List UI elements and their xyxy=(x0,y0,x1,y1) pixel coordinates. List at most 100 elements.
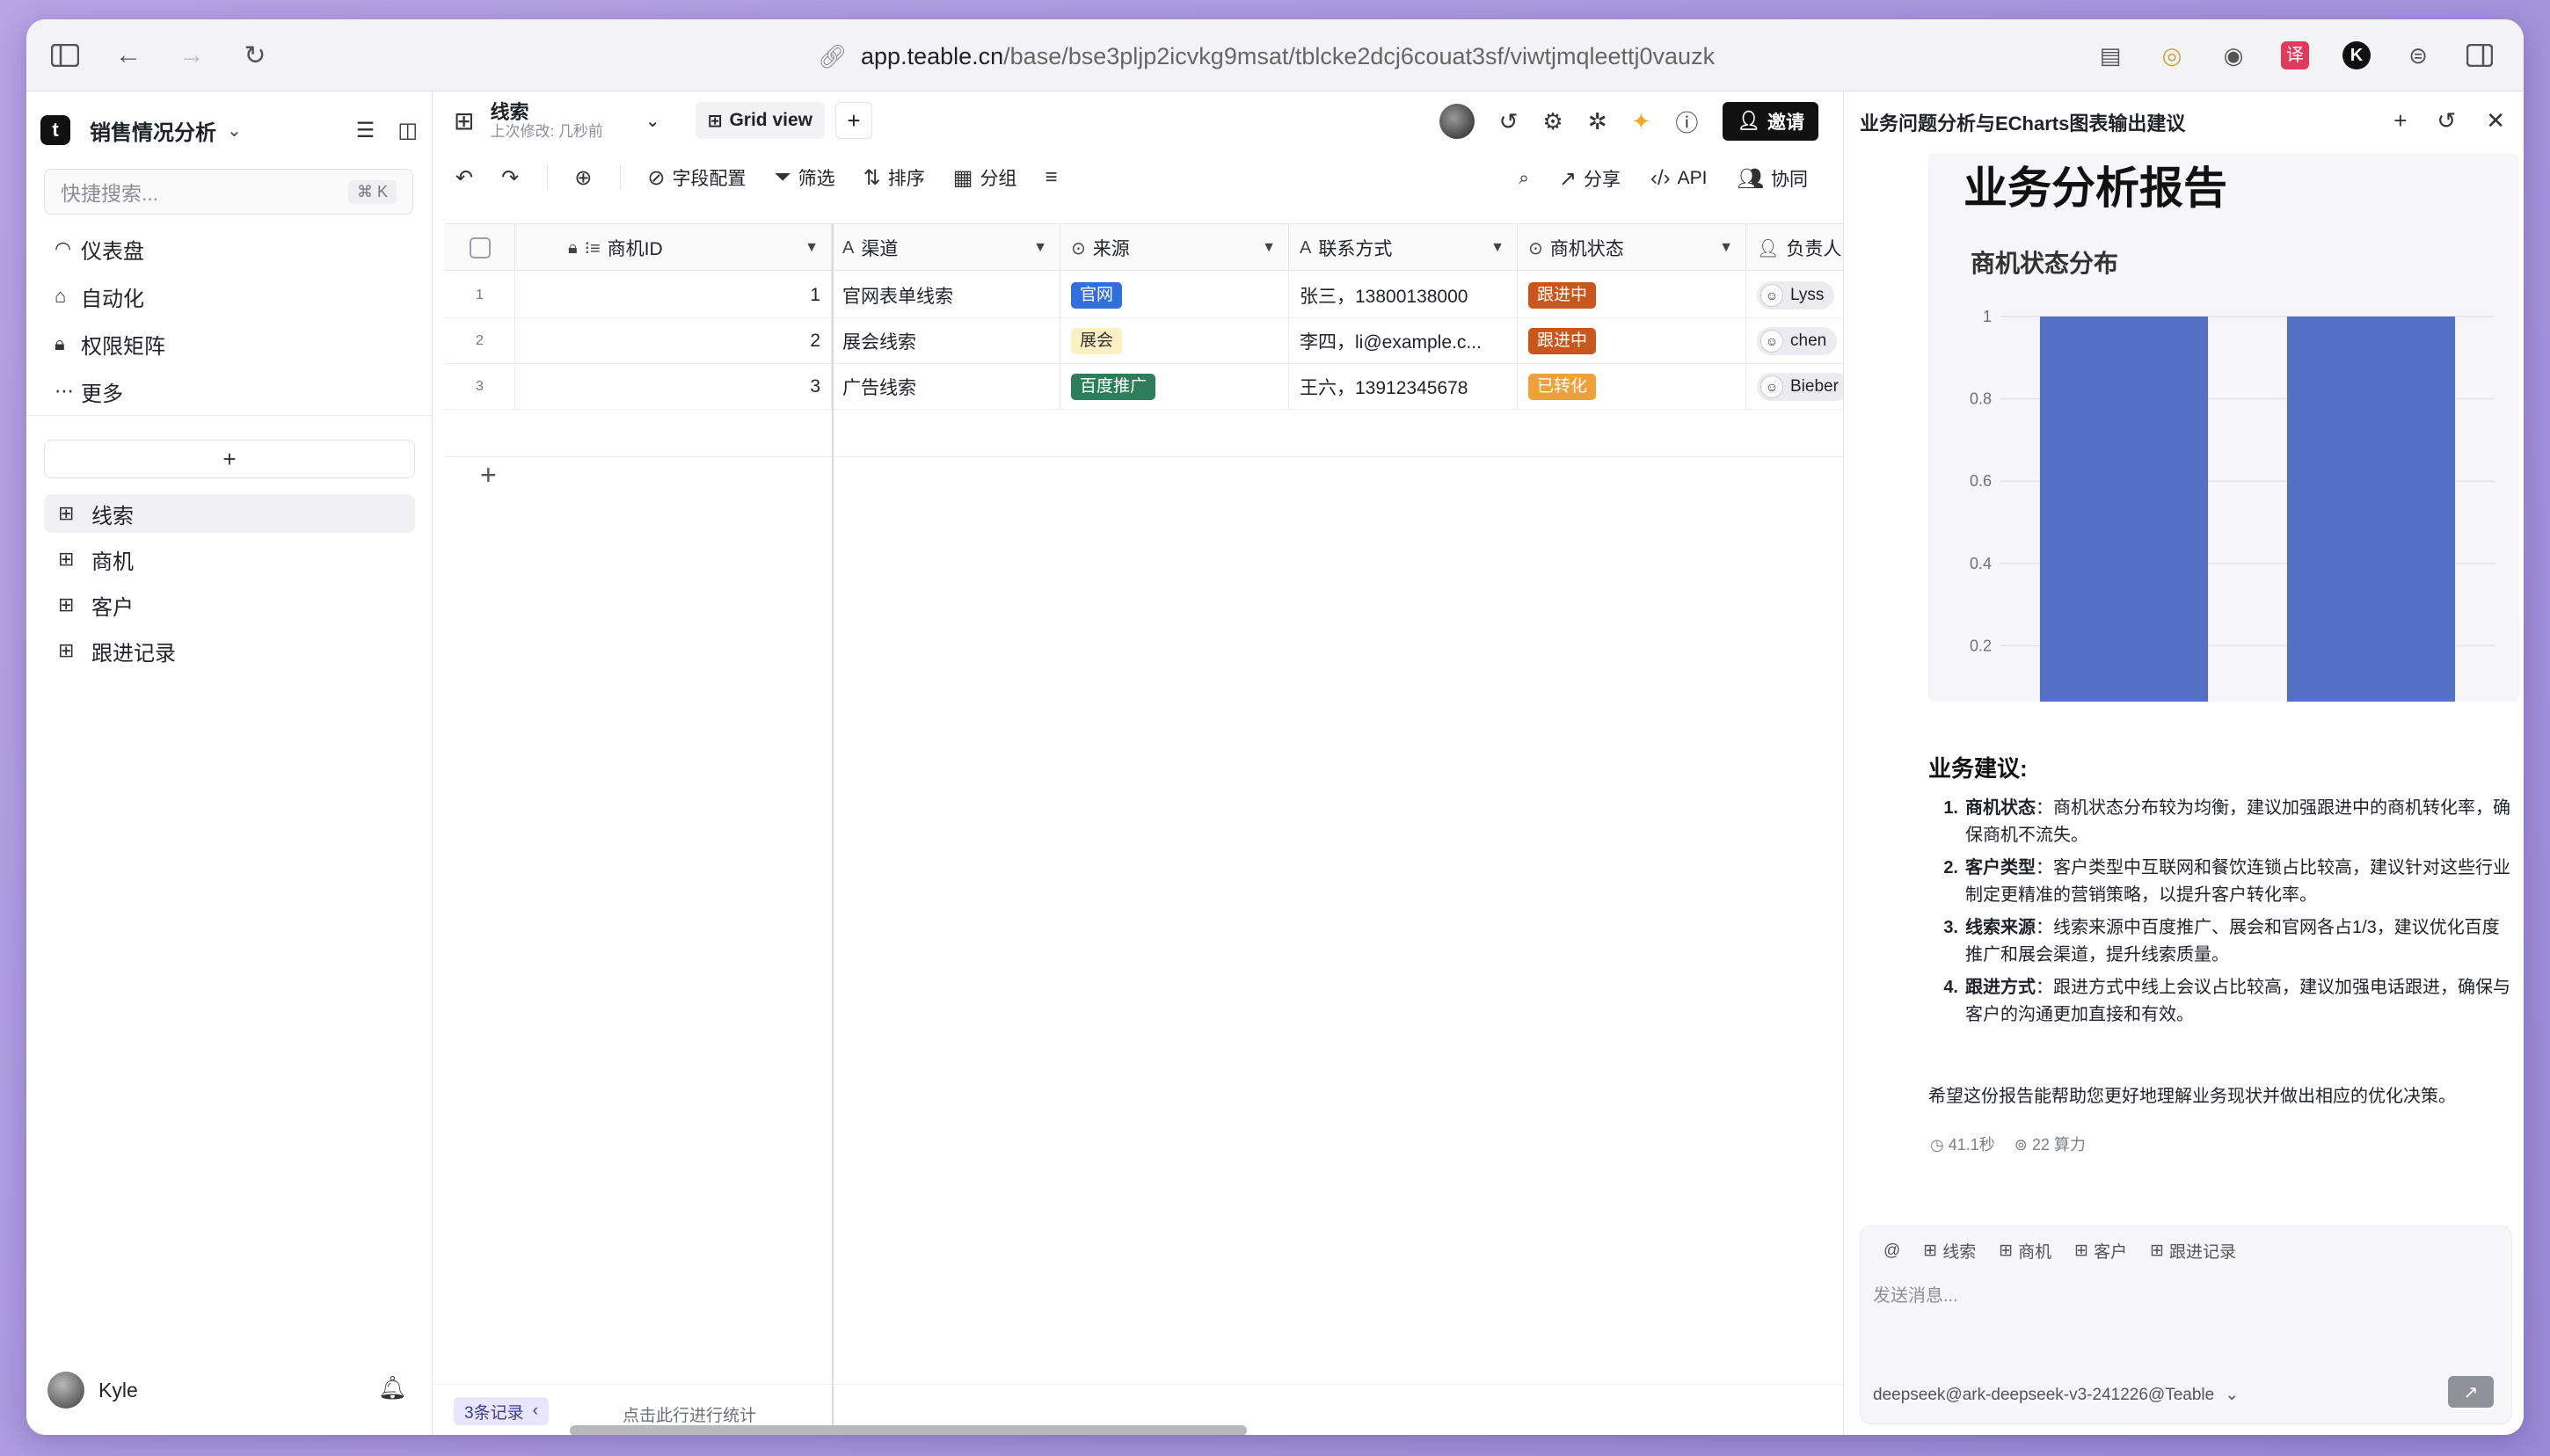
table-chip-followups[interactable]: ⊞ 跟进记录 xyxy=(2145,1237,2241,1264)
table-item-followups[interactable]: ⊞ 跟进记录 xyxy=(44,631,415,670)
extensions-icon[interactable]: ⊜ xyxy=(2401,38,2436,73)
split-view-icon[interactable] xyxy=(2462,38,2497,73)
reload-icon[interactable]: ↻ xyxy=(237,38,273,73)
cell-id[interactable]: 3 xyxy=(515,364,832,410)
document-icon[interactable]: ▤ xyxy=(2093,38,2128,73)
cell-channel[interactable]: 展会线索 xyxy=(832,318,1060,364)
horizontal-scrollbar[interactable] xyxy=(570,1425,1247,1435)
message-composer[interactable]: @ ⊞ 线索 ⊞ 商机 ⊞ 客户 ⊞ 跟进记录 发送消息... deepseek@ark… xyxy=(1860,1226,2512,1424)
table-chip-leads[interactable]: ⊞ 线索 xyxy=(1918,1237,1981,1264)
view-tab-grid[interactable]: ⊞ Grid view xyxy=(695,102,825,139)
plugin-icon[interactable]: ✲ xyxy=(1588,108,1607,135)
cell-status[interactable]: 跟进中 xyxy=(1518,318,1746,364)
message-input[interactable]: 发送消息... xyxy=(1873,1281,1958,1307)
cell-contact[interactable]: 张三，13800138000 xyxy=(1289,273,1518,318)
nav-item-more[interactable]: ⋯ 更多 xyxy=(44,371,413,411)
address-bar[interactable]: 🔗︎ app.teable.cn /base/bse3pljp2icvkg9ms… xyxy=(818,39,1715,74)
cell-source[interactable]: 展会 xyxy=(1060,318,1289,364)
model-selector[interactable]: deepseek@ark-deepseek-v3-241226@Teable ⌄ xyxy=(1873,1385,2239,1405)
nav-item-dashboard[interactable]: ◠ 仪表盘 xyxy=(44,229,413,269)
cell-status[interactable]: 跟进中 xyxy=(1518,273,1746,318)
nav-item-automation[interactable]: ⌂ 自动化 xyxy=(44,276,413,317)
chevron-down-icon[interactable]: ⌄ xyxy=(227,120,242,142)
dropdown-arrow-icon[interactable]: ▼ xyxy=(1033,240,1047,256)
chart-bar[interactable] xyxy=(2039,317,2209,702)
ai-sparkle-icon[interactable]: ✦ xyxy=(1632,108,1651,135)
share-button[interactable]: ↗ 分享 xyxy=(1559,165,1621,192)
bell-icon[interactable]: 🔔︎ xyxy=(378,1374,407,1401)
chart-bar[interactable] xyxy=(2286,317,2456,702)
table-title-block[interactable]: 线索 上次修改: 几秒前 xyxy=(490,102,602,139)
mention-chip[interactable]: @ xyxy=(1878,1237,1905,1264)
group-button[interactable]: ▦ 分组 xyxy=(953,164,1017,191)
column-header-channel[interactable]: A 渠道 ▼ xyxy=(832,224,1060,272)
translate-extension-icon[interactable]: 译 xyxy=(2277,38,2313,73)
plus-icon[interactable]: + xyxy=(2393,107,2407,135)
dropdown-arrow-icon[interactable]: ▼ xyxy=(1490,240,1504,256)
send-button[interactable]: ↗ xyxy=(2448,1376,2494,1408)
cell-source[interactable]: 百度推广 xyxy=(1060,364,1289,410)
user-profile[interactable]: Kyle xyxy=(47,1372,138,1409)
table-row[interactable]: 1 1 官网表单线索 官网 张三，13800138000 跟进中 ☺ Lyss xyxy=(445,273,1975,318)
collaborate-button[interactable]: 👥︎ 协同 xyxy=(1738,165,1808,192)
cell-channel[interactable]: 官网表单线索 xyxy=(832,273,1060,318)
filter-button[interactable]: ⏷ 筛选 xyxy=(774,164,834,191)
history-icon[interactable]: ↺ xyxy=(2437,107,2456,135)
column-header-source[interactable]: ⊙ 来源 ▼ xyxy=(1060,224,1289,272)
field-config-button[interactable]: ⊘ 字段配置 xyxy=(647,164,746,191)
table-row[interactable]: 3 3 广告线索 百度推广 王六，13912345678 已转化 ☺ Bieber xyxy=(445,364,1975,410)
dropdown-arrow-icon[interactable]: ▼ xyxy=(805,240,819,256)
record-count-badge[interactable]: 3条记录 ‹ xyxy=(454,1397,549,1425)
eye-extension-icon[interactable]: ◉ xyxy=(2216,38,2251,73)
avatar[interactable] xyxy=(1439,104,1475,139)
add-row-row[interactable] xyxy=(445,410,1852,457)
frozen-column-divider[interactable] xyxy=(832,223,834,1435)
undo-button[interactable]: ↶ xyxy=(455,165,473,191)
cell-channel[interactable]: 广告线索 xyxy=(832,364,1060,410)
close-icon[interactable]: ✕ xyxy=(2486,107,2505,135)
sort-button[interactable]: ⇅ 排序 xyxy=(863,164,925,191)
table-item-customers[interactable]: ⊞ 客户 xyxy=(44,586,415,624)
table-chip-customers[interactable]: ⊞ 客户 xyxy=(2069,1237,2132,1264)
collapse-sidebar-icon[interactable]: ◫ xyxy=(397,118,418,143)
invite-button[interactable]: 👤︎ 邀请 xyxy=(1723,102,1818,141)
quick-search-input[interactable]: 快捷搜索... ⌘ K xyxy=(44,169,413,215)
column-header-status[interactable]: ⊙ 商机状态 ▼ xyxy=(1518,224,1746,272)
extension-orbit-icon[interactable]: ◎ xyxy=(2154,38,2189,73)
help-icon[interactable]: ⓘ xyxy=(1675,106,1698,138)
cell-id[interactable]: 2 xyxy=(515,318,832,364)
cell-source[interactable]: 官网 xyxy=(1060,273,1289,318)
forward-arrow-icon[interactable]: → xyxy=(174,38,209,73)
api-button[interactable]: ‹/› API xyxy=(1650,166,1708,191)
base-title[interactable]: 销售情况分析 xyxy=(90,115,216,146)
checkbox[interactable] xyxy=(469,237,491,258)
table-item-opportunities[interactable]: ⊞ 商机 xyxy=(44,540,415,579)
history-icon[interactable]: ↺ xyxy=(1499,108,1519,135)
column-header-contact[interactable]: A 联系方式 ▼ xyxy=(1289,224,1518,272)
add-row-button[interactable]: + xyxy=(480,459,497,491)
nav-item-permissions[interactable]: 🔒︎ 权限矩阵 xyxy=(44,324,413,364)
table-row[interactable]: 2 2 展会线索 展会 李四，li@example.c... 跟进中 ☺ chen xyxy=(445,318,1975,364)
sidebar-toggle-icon[interactable] xyxy=(47,38,83,73)
cell-contact[interactable]: 李四，li@example.c... xyxy=(1289,318,1518,364)
chevron-down-icon[interactable]: ⌄ xyxy=(645,110,660,132)
add-table-button[interactable]: + xyxy=(44,440,415,478)
dropdown-arrow-icon[interactable]: ▼ xyxy=(1262,240,1276,256)
add-view-button[interactable]: + xyxy=(834,102,872,139)
gear-icon[interactable]: ⚙ xyxy=(1542,108,1563,135)
dropdown-arrow-icon[interactable]: ▼ xyxy=(1719,240,1733,256)
table-item-leads[interactable]: ⊞ 线索 xyxy=(44,494,415,533)
cell-contact[interactable]: 王六，13912345678 xyxy=(1289,364,1518,410)
cell-id[interactable]: 1 xyxy=(515,273,832,318)
column-header-id[interactable]: 🔒︎ ⁝≡ 商机ID ▼ xyxy=(515,224,832,272)
search-icon[interactable]: ⌕ xyxy=(1519,168,1529,189)
select-all-checkbox[interactable] xyxy=(445,224,515,272)
table-chip-opportunities[interactable]: ⊞ 商机 xyxy=(1993,1237,2057,1264)
row-height-button[interactable]: ≡ xyxy=(1045,165,1057,190)
cell-status[interactable]: 已转化 xyxy=(1518,364,1746,410)
k-extension-icon[interactable]: K xyxy=(2339,38,2374,73)
statistics-hint[interactable]: 点击此行进行统计 xyxy=(623,1402,756,1426)
menu-icon[interactable]: ☰ xyxy=(356,118,375,143)
add-record-button[interactable]: ⊕ xyxy=(574,165,592,191)
back-arrow-icon[interactable]: ← xyxy=(111,38,146,73)
